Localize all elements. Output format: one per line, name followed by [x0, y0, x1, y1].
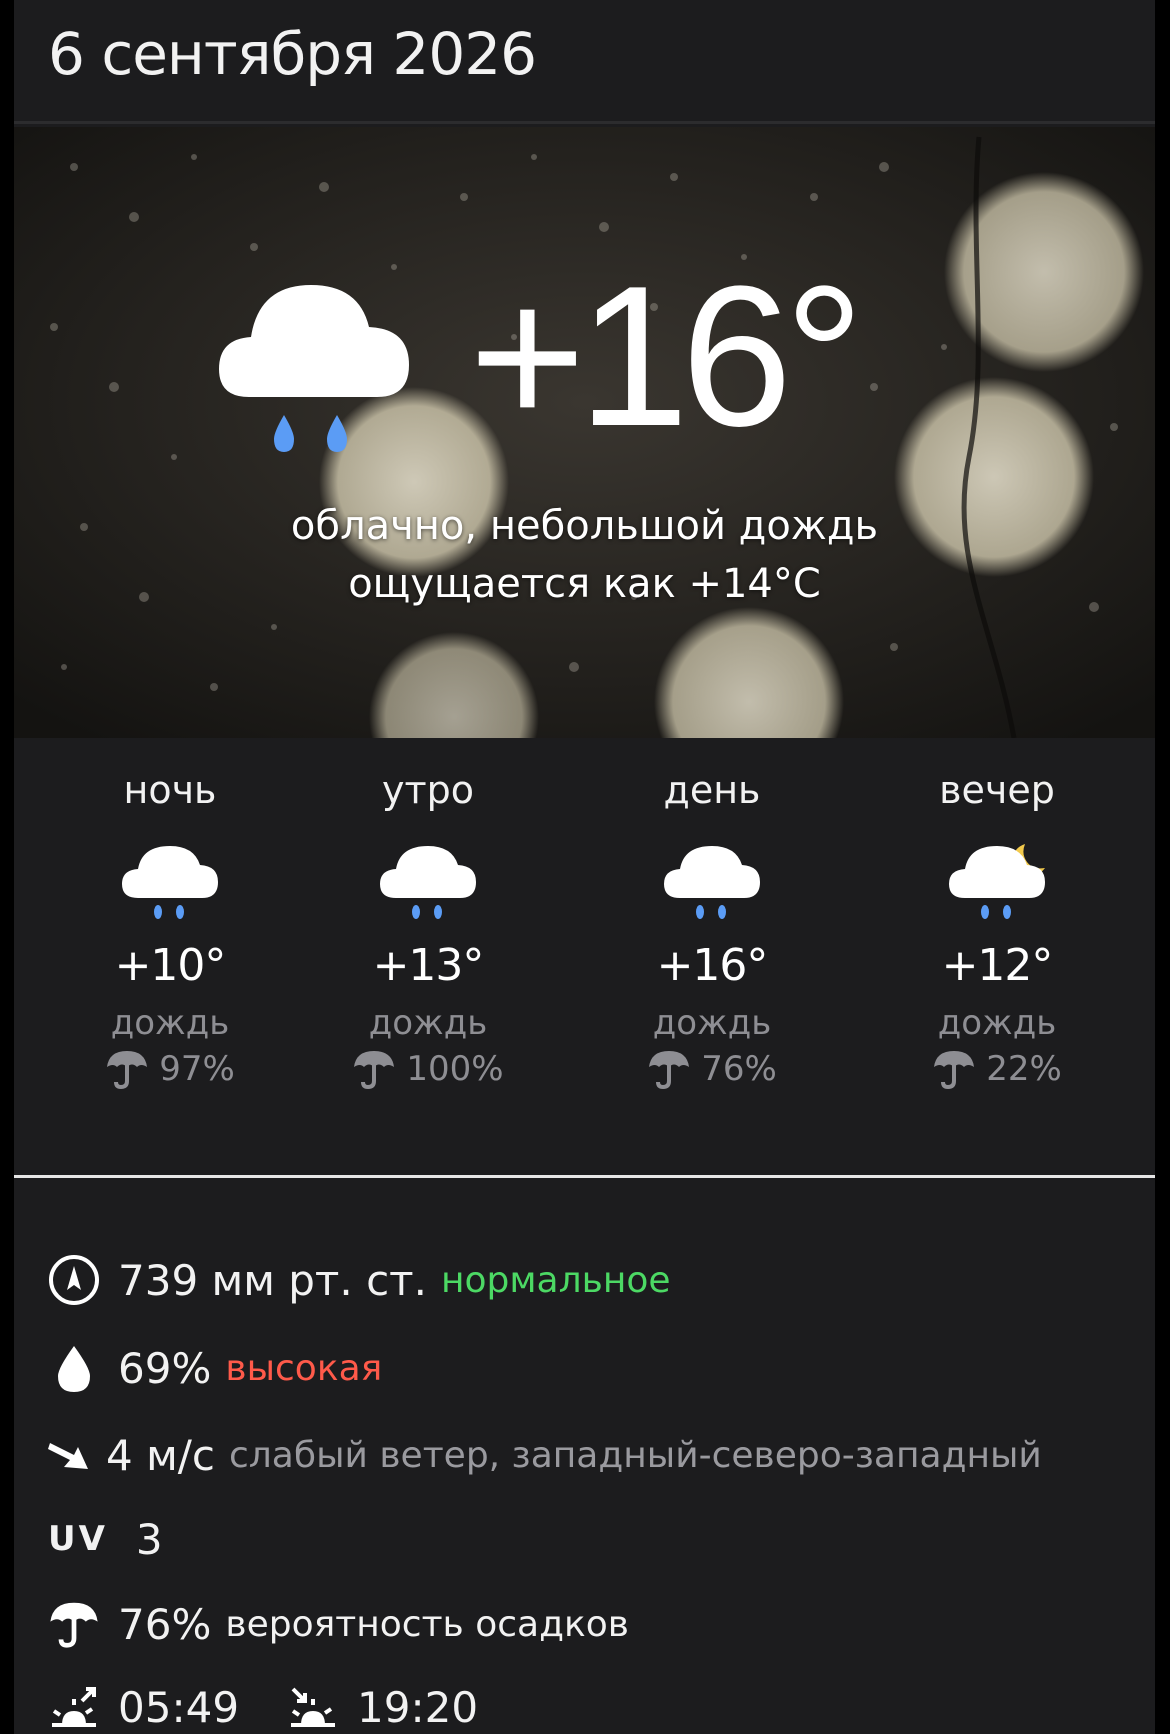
period-name: утро — [382, 768, 474, 812]
feels-like: ощущается как +14°C — [348, 561, 821, 607]
pressure-status: нормальное — [440, 1259, 671, 1301]
wind-value: 4 м/с — [106, 1430, 215, 1480]
date-header: 6 сентября 2026 — [14, 0, 1155, 124]
period-name: день — [663, 768, 761, 812]
precip-value: 76% — [118, 1599, 212, 1649]
pressure-value: 739 мм рт. ст. — [118, 1255, 427, 1305]
precip-description: вероятность осадков — [225, 1603, 629, 1645]
cloud-rain-icon — [219, 285, 409, 452]
period-name: ночь — [123, 768, 217, 812]
period-night: ночь +10° дождь 97% — [30, 768, 310, 1089]
cloud-rain-icon — [122, 846, 218, 919]
cloud-rain-icon — [380, 846, 476, 919]
weather-details: 739 мм рт. ст. нормальное 69% высокая 4 … — [14, 1181, 1155, 1734]
wind-description: слабый ветер, западный-северо-западный — [229, 1434, 1042, 1476]
period-temperature: +10° — [114, 940, 227, 991]
uv-label: UV — [48, 1519, 108, 1559]
pressure-row: 739 мм рт. ст. нормальное — [48, 1250, 671, 1310]
period-precip-value: 100% — [406, 1049, 504, 1089]
cloud-moon-rain-icon — [949, 844, 1045, 919]
wind-arrow-icon — [48, 1443, 88, 1469]
period-precip: 22% — [857, 1049, 1137, 1089]
sunset-time: 19:20 — [357, 1682, 479, 1732]
period-precip: 100% — [288, 1049, 568, 1089]
period-condition: дождь — [652, 1003, 772, 1043]
sunrise-icon — [52, 1687, 96, 1727]
drop-icon — [58, 1346, 90, 1392]
weather-app: 6 сентября 2026 +16° облачно, небольшой … — [14, 0, 1155, 1734]
day-periods: ночь +10° дождь 97% утро +13° дождь 100%… — [14, 738, 1155, 1178]
period-precip-value: 76% — [701, 1049, 777, 1089]
page-title: 6 сентября 2026 — [48, 20, 537, 88]
period-name: вечер — [939, 768, 1055, 812]
umbrella-icon — [934, 1051, 975, 1089]
current-temperature: +16° — [469, 245, 864, 468]
period-day: день +16° дождь 76% — [572, 768, 852, 1089]
period-precip-value: 97% — [159, 1049, 235, 1089]
cloud-rain-icon — [664, 846, 760, 919]
period-precip: 76% — [572, 1049, 852, 1089]
period-precip-value: 22% — [986, 1049, 1062, 1089]
period-evening: вечер +12° дождь 22% — [857, 768, 1137, 1089]
sun-row: 05:49 19:20 — [48, 1677, 478, 1734]
uv-row: UV 3 — [48, 1509, 163, 1569]
humidity-status: высокая — [225, 1347, 383, 1389]
precip-row: 76% вероятность осадков — [48, 1594, 629, 1654]
umbrella-icon — [649, 1051, 690, 1089]
sunset-icon — [291, 1687, 336, 1727]
umbrella-icon — [50, 1602, 98, 1648]
current-condition: облачно, небольшой дождь — [290, 503, 879, 549]
period-condition: дождь — [937, 1003, 1057, 1043]
wind-row: 4 м/с слабый ветер, западный-северо-запа… — [48, 1425, 1042, 1485]
sunrise-time: 05:49 — [118, 1682, 240, 1732]
period-condition: дождь — [110, 1003, 230, 1043]
humidity-row: 69% высокая — [48, 1338, 382, 1398]
humidity-value: 69% — [118, 1343, 212, 1393]
umbrella-icon — [107, 1051, 148, 1089]
period-temperature: +13° — [372, 940, 485, 991]
uv-value: 3 — [135, 1514, 163, 1564]
pressure-icon — [49, 1255, 99, 1305]
period-morning: утро +13° дождь 100% — [288, 768, 568, 1089]
current-weather-card: +16° облачно, небольшой дождь ощущается … — [14, 127, 1155, 738]
period-temperature: +12° — [941, 940, 1054, 991]
period-temperature: +16° — [656, 940, 769, 991]
period-precip: 97% — [30, 1049, 310, 1089]
umbrella-icon — [354, 1051, 395, 1089]
period-condition: дождь — [368, 1003, 488, 1043]
